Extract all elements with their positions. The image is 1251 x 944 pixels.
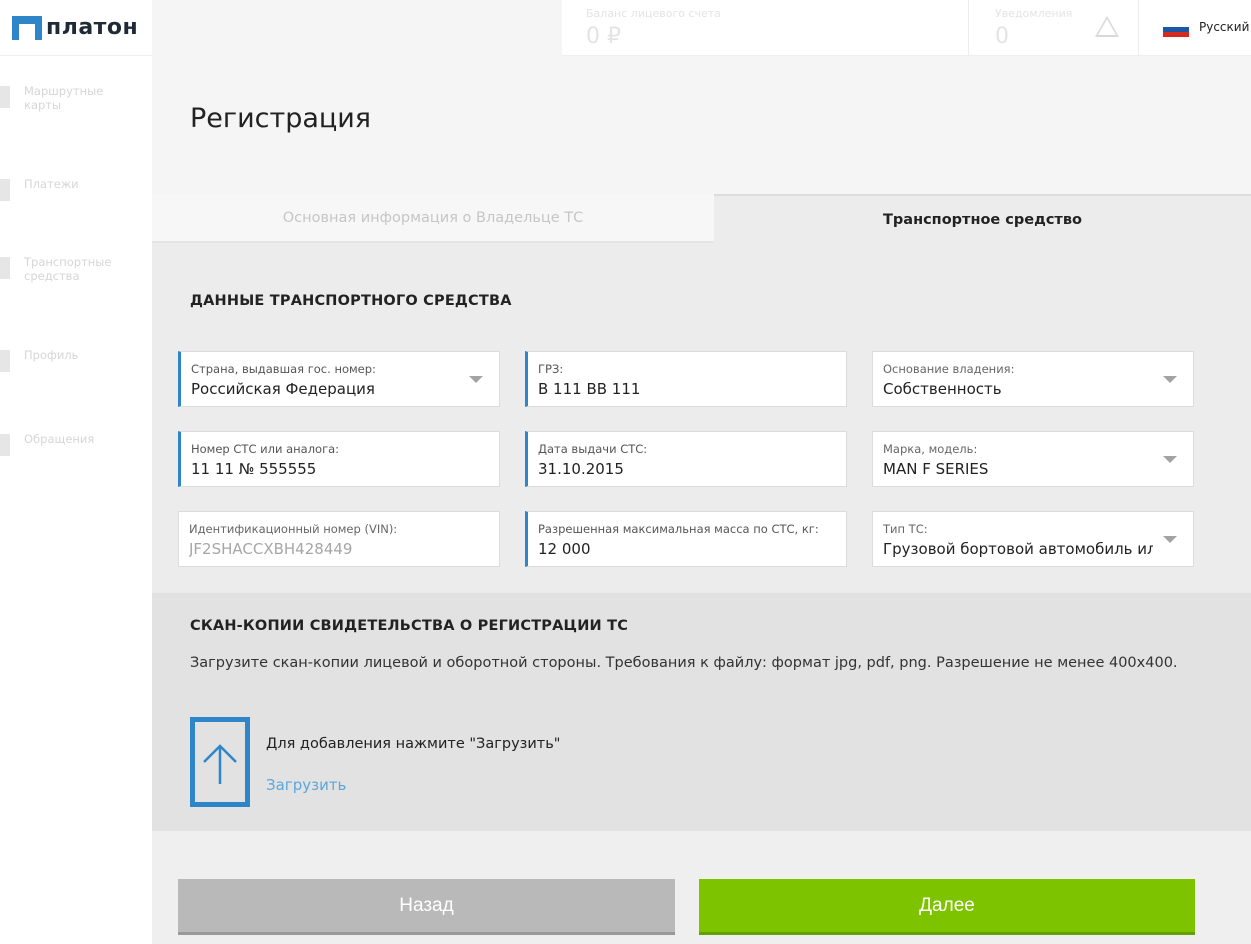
next-button[interactable]: Далее bbox=[699, 879, 1195, 935]
sidebar-item-label: Транспортные средства bbox=[24, 255, 112, 283]
logo[interactable]: платон bbox=[0, 0, 152, 56]
field-label: Основание владения: bbox=[883, 362, 1015, 376]
balance-widget[interactable]: Баланс лицевого счета 0 ₽ bbox=[562, 0, 969, 56]
field-value: В 111 ВВ 111 bbox=[538, 380, 641, 398]
field-label: Разрешенная максимальная масса по СТС, к… bbox=[538, 522, 819, 536]
field-value: 11 11 № 555555 bbox=[191, 460, 317, 478]
vin-input[interactable]: Идентификационный номер (VIN): JF2SHACCX… bbox=[178, 511, 500, 567]
chevron-down-icon bbox=[1163, 536, 1177, 543]
tab-vehicle[interactable]: Транспортное средство bbox=[714, 194, 1251, 243]
ownership-select[interactable]: Основание владения: Собственность bbox=[872, 351, 1194, 407]
vehicle-icon bbox=[0, 257, 10, 279]
sidebar-item-label: Профиль bbox=[24, 348, 79, 362]
profile-icon bbox=[0, 350, 10, 372]
plate-input[interactable]: ГРЗ: В 111 ВВ 111 bbox=[525, 351, 847, 407]
form-footer: Назад Далее bbox=[152, 831, 1251, 944]
upload-arrow-icon bbox=[203, 744, 237, 784]
scan-section: СКАН-КОПИИ СВИДЕТЕЛЬСТВА О РЕГИСТРАЦИИ Т… bbox=[152, 593, 1251, 831]
warning-icon bbox=[1095, 16, 1119, 37]
language-switcher[interactable]: Русский bbox=[1139, 0, 1251, 56]
upload-dropzone[interactable] bbox=[190, 717, 250, 807]
language-label: Русский bbox=[1199, 20, 1250, 34]
country-select[interactable]: Страна, выдавшая гос. номер: Российская … bbox=[178, 351, 500, 407]
sidebar-item-label: Обращения bbox=[24, 432, 95, 446]
chevron-down-icon bbox=[1163, 376, 1177, 383]
field-value: MAN F SERIES bbox=[883, 460, 989, 478]
tab-owner-info[interactable]: Основная информация о Владельце ТС bbox=[152, 194, 714, 243]
sidebar: платон Маршрутные карты Платежи Транспор… bbox=[0, 0, 152, 944]
vehicle-type-select[interactable]: Тип ТС: Грузовой бортовой автомобиль или bbox=[872, 511, 1194, 567]
sidebar-item-vehicles[interactable]: Транспортные средства bbox=[0, 255, 152, 295]
max-mass-input[interactable]: Разрешенная максимальная масса по СТС, к… bbox=[525, 511, 847, 567]
sidebar-item-label: Маршрутные карты bbox=[24, 84, 104, 112]
sidebar-item-route-maps[interactable]: Маршрутные карты bbox=[0, 84, 152, 124]
sidebar-item-profile[interactable]: Профиль bbox=[0, 348, 152, 388]
make-model-select[interactable]: Марка, модель: MAN F SERIES bbox=[872, 431, 1194, 487]
field-label: Страна, выдавшая гос. номер: bbox=[191, 362, 376, 376]
field-label: Тип ТС: bbox=[883, 522, 928, 536]
field-value: JF2SHACCXBH428449 bbox=[189, 540, 353, 558]
tabs: Основная информация о Владельце ТС Транс… bbox=[152, 194, 1251, 243]
notifications-value: 0 bbox=[995, 24, 1009, 49]
scan-section-title: СКАН-КОПИИ СВИДЕТЕЛЬСТВА О РЕГИСТРАЦИИ Т… bbox=[190, 618, 629, 634]
field-label: Дата выдачи СТС: bbox=[538, 442, 648, 456]
field-label: Марка, модель: bbox=[883, 442, 978, 456]
topbar: Баланс лицевого счета 0 ₽ Уведомления 0 … bbox=[562, 0, 1251, 56]
back-button[interactable]: Назад bbox=[178, 879, 675, 935]
page-title: Регистрация bbox=[190, 103, 372, 134]
field-label: Идентификационный номер (VIN): bbox=[189, 522, 398, 536]
field-value: Грузовой бортовой автомобиль или bbox=[883, 540, 1153, 558]
platon-logo-icon bbox=[12, 15, 42, 40]
payments-icon bbox=[0, 179, 10, 201]
sidebar-item-messages[interactable]: Обращения bbox=[0, 432, 152, 472]
field-value: Российская Федерация bbox=[191, 380, 375, 398]
upload-hint: Для добавления нажмите "Загрузить" bbox=[266, 736, 561, 752]
sts-date-input[interactable]: Дата выдачи СТС: 31.10.2015 bbox=[525, 431, 847, 487]
field-value: 12 000 bbox=[538, 540, 591, 558]
logo-text: платон bbox=[46, 15, 139, 40]
field-label: Номер СТС или аналога: bbox=[191, 442, 340, 456]
scan-description: Загрузите скан-копии лицевой и оборотной… bbox=[190, 655, 1178, 671]
route-map-icon bbox=[0, 86, 10, 108]
notifications-label: Уведомления bbox=[995, 7, 1073, 20]
vehicle-section-title: ДАННЫЕ ТРАНСПОРТНОГО СРЕДСТВА bbox=[190, 293, 512, 309]
sts-number-input[interactable]: Номер СТС или аналога: 11 11 № 555555 bbox=[178, 431, 500, 487]
russia-flag-icon bbox=[1163, 22, 1189, 37]
sidebar-item-payments[interactable]: Платежи bbox=[0, 177, 152, 217]
messages-icon bbox=[0, 434, 10, 456]
balance-label: Баланс лицевого счета bbox=[586, 7, 721, 20]
field-value: 31.10.2015 bbox=[538, 460, 624, 478]
sidebar-item-label: Платежи bbox=[24, 177, 79, 191]
vehicle-form: ДАННЫЕ ТРАНСПОРТНОГО СРЕДСТВА Страна, вы… bbox=[152, 243, 1251, 593]
field-value: Собственность bbox=[883, 380, 1002, 398]
notifications-widget[interactable]: Уведомления 0 bbox=[969, 0, 1139, 56]
upload-link[interactable]: Загрузить bbox=[266, 776, 346, 794]
chevron-down-icon bbox=[469, 376, 483, 383]
balance-value: 0 ₽ bbox=[586, 24, 621, 49]
chevron-down-icon bbox=[1163, 456, 1177, 463]
field-label: ГРЗ: bbox=[538, 362, 564, 376]
